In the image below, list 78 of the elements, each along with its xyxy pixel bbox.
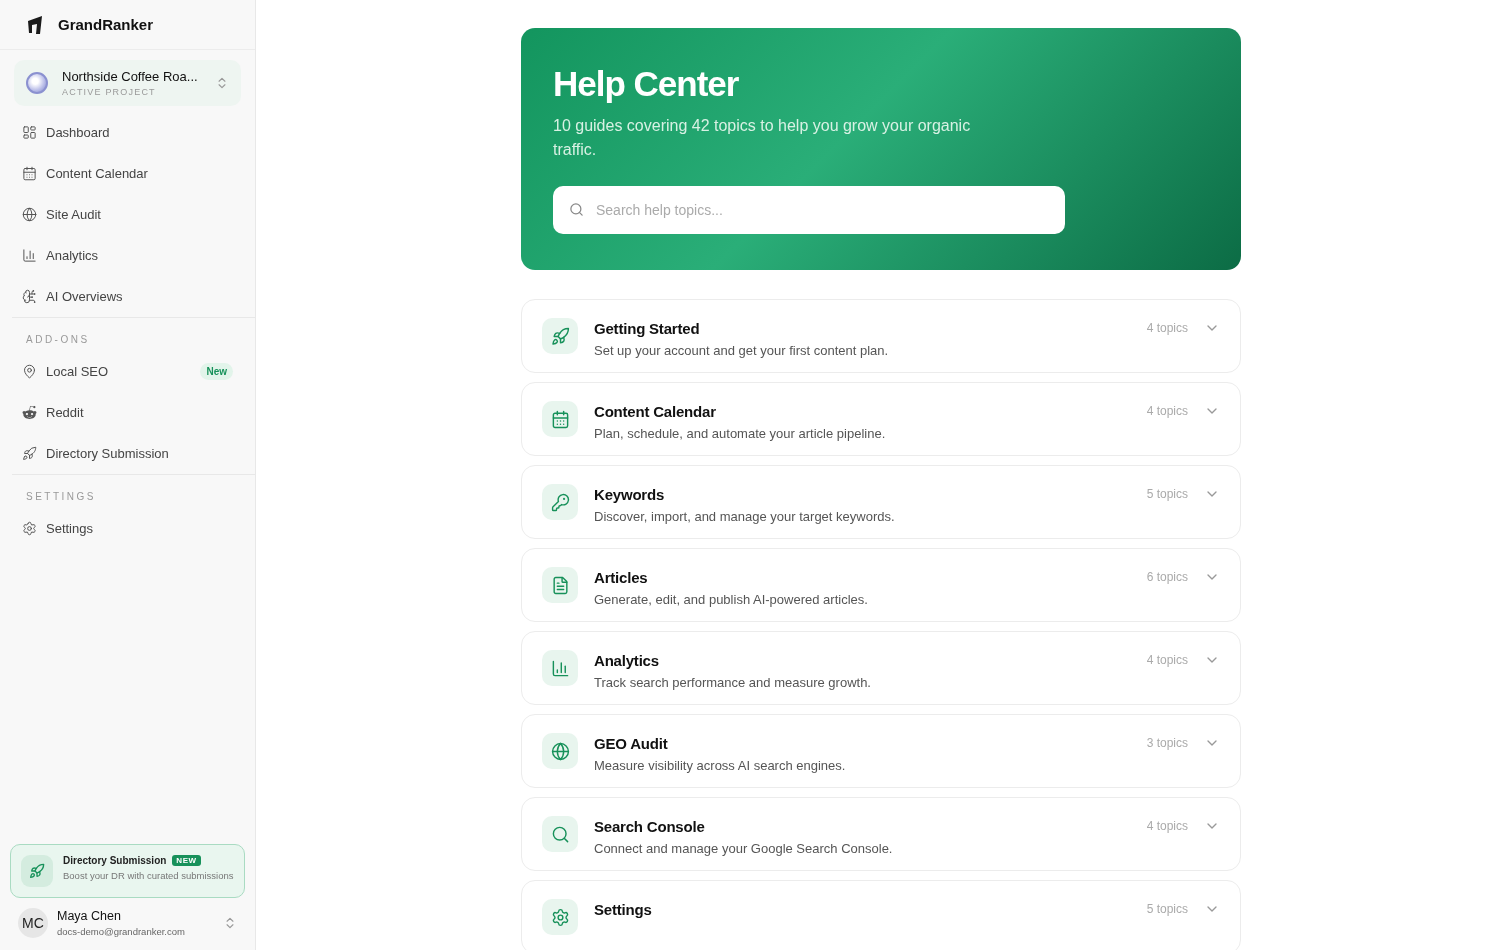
topic-count: 6 topics bbox=[1146, 569, 1188, 584]
topic-count: 4 topics bbox=[1146, 652, 1188, 667]
guide-card[interactable]: Content Calendar Plan, schedule, and automate your article pipeline. 4 topics bbox=[521, 382, 1241, 456]
user-name: Maya Chen bbox=[57, 909, 122, 923]
guide-description: Set up your account and get your first content plan. bbox=[594, 343, 890, 358]
globe-icon bbox=[26, 72, 48, 94]
guide-description: Measure visibility across AI search engines. bbox=[594, 758, 847, 773]
promo-title: Directory Submission bbox=[63, 855, 167, 866]
guide-title: GEO Audit bbox=[594, 735, 669, 752]
guide-card[interactable]: Settings 5 topics bbox=[521, 880, 1241, 950]
guide-title: Content Calendar bbox=[594, 403, 717, 420]
project-label: ACTIVE PROJECT bbox=[62, 87, 157, 97]
search-icon bbox=[569, 202, 584, 217]
map-pin-icon bbox=[22, 364, 37, 379]
nav-item[interactable]: AI Overviews bbox=[12, 276, 255, 317]
rocket-icon bbox=[542, 318, 578, 354]
bar-chart-icon bbox=[542, 650, 578, 686]
promo-card[interactable]: Directory Submission NEW Boost your DR with curated submissions bbox=[10, 844, 245, 898]
promo-text: Boost your DR with curated submissions bbox=[63, 869, 234, 882]
guide-title: Analytics bbox=[594, 652, 660, 669]
user-avatar: MC bbox=[18, 908, 48, 938]
new-badge: New bbox=[200, 363, 233, 380]
nav-item[interactable]: Content Calendar bbox=[12, 153, 255, 194]
user-email: docs-demo@grandranker.com bbox=[57, 926, 186, 937]
topic-count: 3 topics bbox=[1146, 735, 1188, 750]
project-name: Northside Coffee Roa... bbox=[62, 69, 199, 84]
guide-card[interactable]: Keywords Discover, import, and manage your target keywords. 5 topics bbox=[521, 465, 1241, 539]
topic-count: 4 topics bbox=[1146, 818, 1188, 833]
nav-item[interactable]: Settings bbox=[12, 508, 255, 549]
document-icon bbox=[542, 567, 578, 603]
guide-title: Getting Started bbox=[594, 320, 701, 337]
nav-item[interactable]: Directory Submission bbox=[12, 433, 255, 474]
topic-count: 4 topics bbox=[1146, 403, 1188, 418]
topic-count: 5 topics bbox=[1146, 486, 1188, 501]
new-badge: NEW bbox=[172, 855, 201, 866]
guide-card[interactable]: Getting Started Set up your account and get your first content plan. 4 topics bbox=[521, 299, 1241, 373]
section-heading: SETTINGS bbox=[25, 490, 97, 504]
brain-icon bbox=[22, 289, 37, 304]
guide-card[interactable]: Search Console Connect and manage your Google Search Console. 4 topics bbox=[521, 797, 1241, 871]
dashboard-icon bbox=[22, 125, 37, 140]
globe-icon bbox=[22, 207, 37, 222]
nav-item[interactable]: Analytics bbox=[12, 235, 255, 276]
guide-description: Discover, import, and manage your target keywords. bbox=[594, 509, 896, 524]
rocket-icon bbox=[22, 446, 37, 461]
guide-title: Search Console bbox=[594, 818, 706, 835]
topic-count: 4 topics bbox=[1146, 320, 1188, 335]
guide-title: Keywords bbox=[594, 486, 666, 503]
search-icon bbox=[542, 816, 578, 852]
guide-card[interactable]: Analytics Track search performance and measure growth. 4 topics bbox=[521, 631, 1241, 705]
page-title: Help Center bbox=[553, 64, 740, 104]
key-icon bbox=[542, 484, 578, 520]
guide-title: Settings bbox=[594, 901, 653, 918]
guide-description: Track search performance and measure growth. bbox=[594, 675, 872, 690]
search-field[interactable]: Search help topics... bbox=[553, 186, 1065, 234]
bar-chart-icon bbox=[22, 248, 37, 263]
guide-card[interactable]: Articles Generate, edit, and publish AI-powered articles. 6 topics bbox=[521, 548, 1241, 622]
calendar-icon bbox=[542, 401, 578, 437]
brand-name: GrandRanker bbox=[58, 16, 154, 33]
settings-icon bbox=[22, 521, 37, 536]
nav-item[interactable]: Local SEO New bbox=[12, 351, 255, 392]
guide-title: Articles bbox=[594, 569, 649, 586]
section-heading: ADD-ONS bbox=[25, 333, 91, 347]
guide-description: Generate, edit, and publish AI-powered articles. bbox=[594, 592, 869, 607]
nav-item[interactable]: Site Audit bbox=[12, 194, 255, 235]
globe-icon bbox=[542, 733, 578, 769]
project-switcher[interactable]: Northside Coffee Roa... ACTIVE PROJECT bbox=[14, 60, 241, 106]
reddit-icon bbox=[22, 405, 37, 420]
guide-card[interactable]: GEO Audit Measure visibility across AI search engines. 3 topics bbox=[521, 714, 1241, 788]
guide-description: Connect and manage your Google Search Console. bbox=[594, 841, 894, 856]
guide-description: Plan, schedule, and automate your article pipeline. bbox=[594, 426, 887, 441]
topic-count: 5 topics bbox=[1146, 901, 1188, 916]
hero-subtitle: 10 guides covering 42 topics to help you grow your organic traffic. bbox=[553, 116, 972, 160]
calendar-icon bbox=[22, 166, 37, 181]
rocket-icon bbox=[21, 855, 53, 887]
settings-icon bbox=[542, 899, 578, 935]
nav-item[interactable]: Reddit bbox=[12, 392, 255, 433]
user-menu[interactable]: MC Maya Chen docs-demo@grandranker.com bbox=[0, 904, 255, 950]
nav-item[interactable]: Dashboard bbox=[12, 112, 255, 153]
